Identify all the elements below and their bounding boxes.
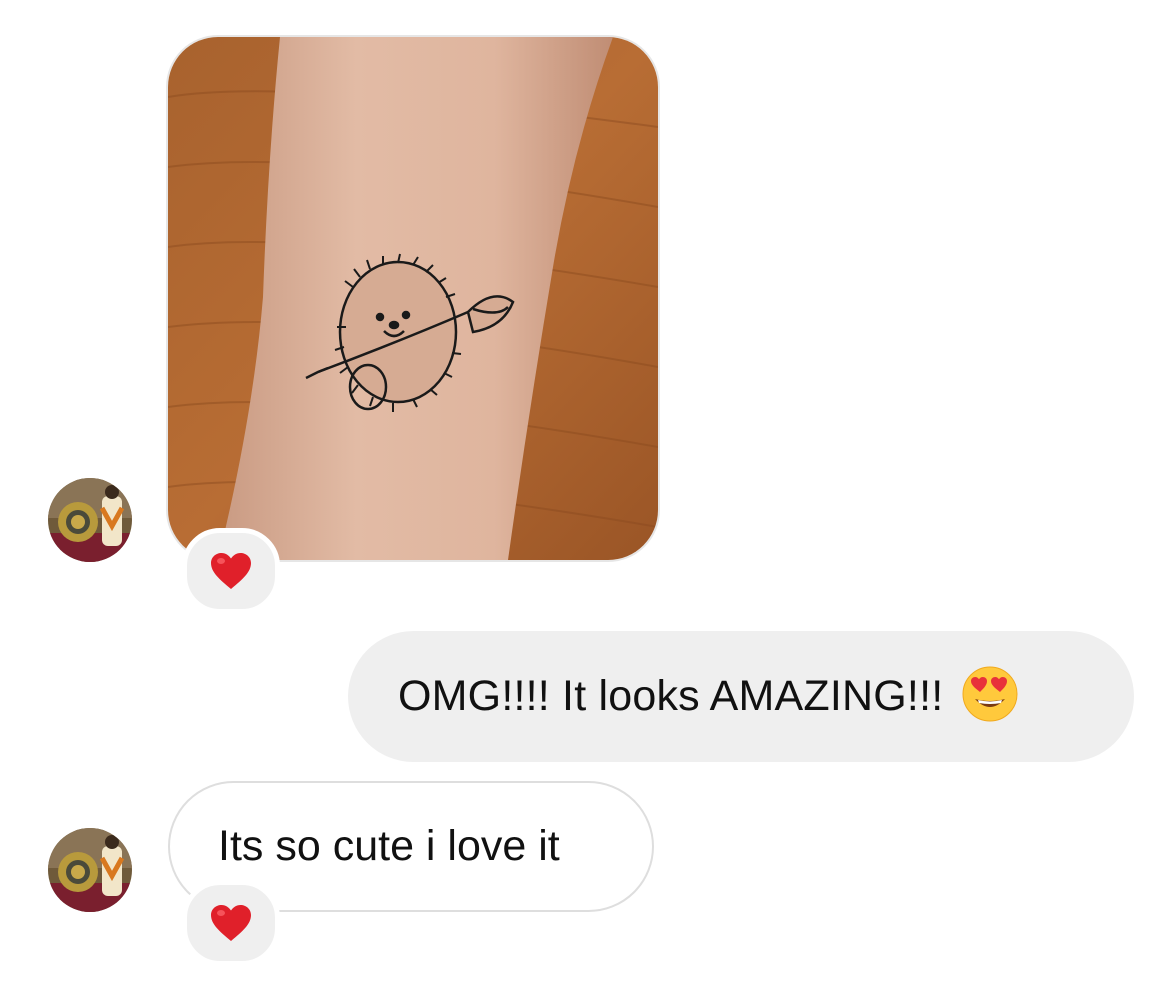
- heart-eyes-emoji-icon: [961, 665, 1019, 728]
- sent-message-text: OMG!!!! It looks AMAZING!!!: [398, 672, 944, 720]
- avatar-image: [48, 478, 132, 562]
- message-reaction[interactable]: [182, 880, 280, 966]
- red-heart-icon: [211, 905, 251, 941]
- red-heart-icon: [211, 553, 251, 589]
- contact-avatar[interactable]: [48, 478, 132, 562]
- received-message-text: Its so cute i love it: [218, 822, 560, 870]
- contact-avatar[interactable]: [48, 828, 132, 912]
- photo-message[interactable]: [168, 37, 658, 560]
- avatar-image: [48, 828, 132, 912]
- hedgehog-tattoo-photo: [168, 37, 658, 560]
- sent-message-bubble[interactable]: OMG!!!! It looks AMAZING!!!: [348, 631, 1134, 762]
- photo-reaction[interactable]: [182, 528, 280, 614]
